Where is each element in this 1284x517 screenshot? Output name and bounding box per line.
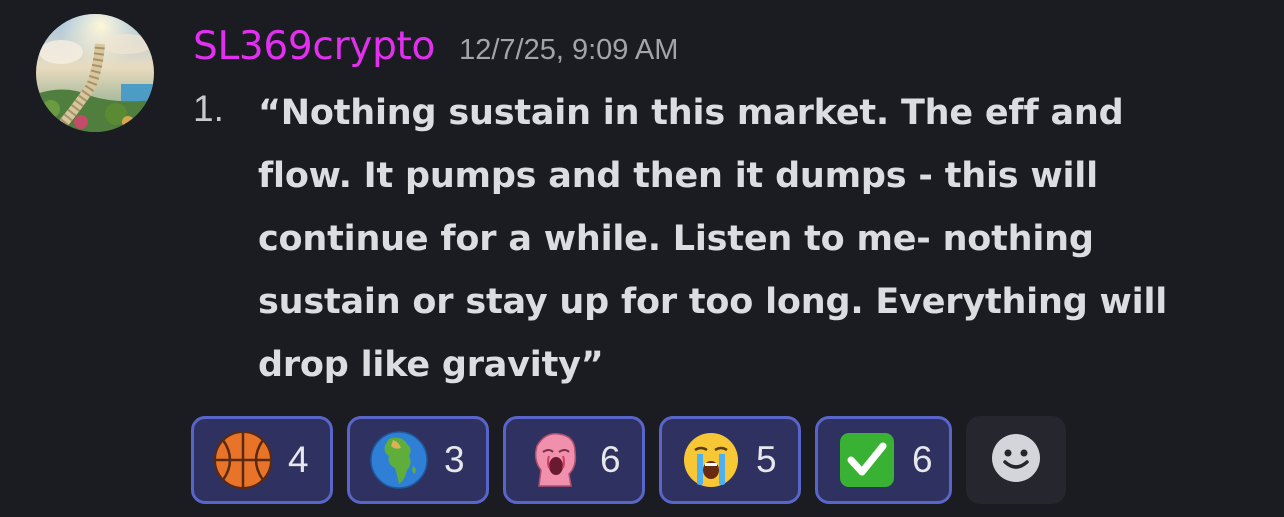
reaction-check-mark[interactable]: 6 [815, 416, 952, 504]
message-line: continue for a while. Listen to me- noth… [258, 219, 1094, 259]
message-line: “Nothing sustain in this market. The eff… [258, 93, 1124, 133]
check-mark-button-icon [836, 429, 898, 491]
reaction-count: 4 [288, 439, 309, 480]
reaction-bar: 4 3 6 5 6 [191, 416, 1066, 504]
reaction-pink-wojak[interactable]: 6 [503, 416, 645, 504]
reaction-count: 3 [444, 439, 465, 480]
timestamp: 12/7/25, 9:09 AM [459, 34, 679, 66]
reaction-basketball[interactable]: 4 [191, 416, 333, 504]
message-line: drop like gravity” [258, 345, 604, 385]
basketball-icon [212, 429, 274, 491]
globe-africa-icon [368, 429, 430, 491]
reaction-crying-face[interactable]: 5 [659, 416, 801, 504]
reaction-globe[interactable]: 3 [347, 416, 489, 504]
username[interactable]: SL369crypto [193, 24, 435, 69]
reaction-count: 6 [600, 439, 621, 480]
message-line: sustain or stay up for too long. Everyth… [258, 282, 1168, 322]
message-header: SL369crypto 12/7/25, 9:09 AM [193, 24, 678, 69]
pink-wojak-screaming-icon [524, 429, 586, 491]
smiley-add-reaction-icon [990, 432, 1042, 488]
list-marker: 1. [193, 88, 224, 129]
avatar-stairway-image [36, 14, 154, 132]
avatar[interactable] [36, 14, 154, 132]
reaction-count: 5 [756, 439, 777, 480]
reaction-count: 6 [912, 439, 933, 480]
add-reaction-button[interactable] [966, 416, 1066, 504]
crying-face-icon [680, 429, 742, 491]
message-body: “Nothing sustain in this market. The eff… [258, 82, 1258, 397]
message-line: flow. It pumps and then it dumps - this … [258, 156, 1098, 196]
